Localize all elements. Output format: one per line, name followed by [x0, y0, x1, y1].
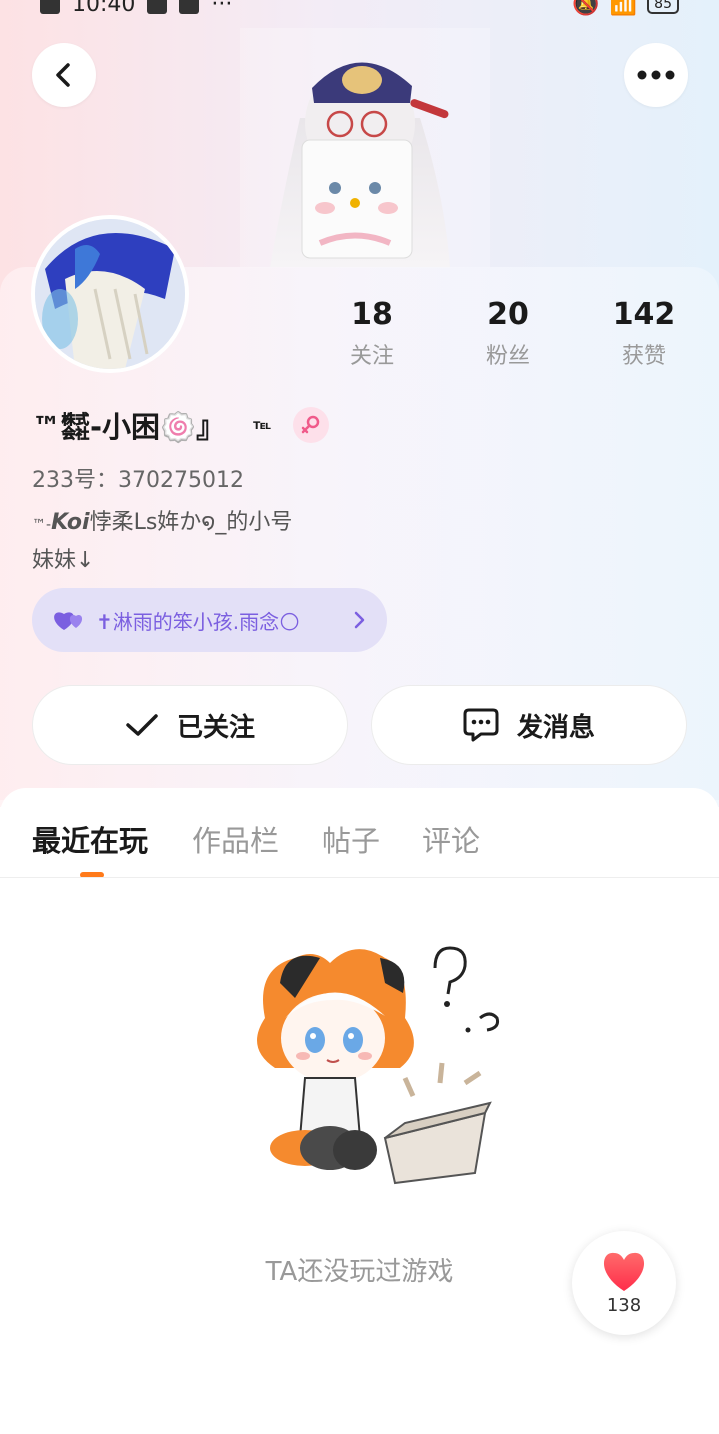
double-heart-icon: [54, 612, 83, 630]
bio-line-1: ™-Koi悖柔Ls姩か໑_的小号: [32, 505, 292, 543]
stat-following-label: 关注: [349, 344, 394, 369]
tab-works[interactable]: 作品栏: [192, 818, 279, 860]
bio-line-2: 妹妹↓: [32, 548, 95, 573]
stat-following-value: 18: [351, 297, 393, 332]
stat-likes[interactable]: 142 获赞: [584, 296, 704, 370]
companion-name: ✝淋雨的笨小孩.雨念🌕: [96, 609, 300, 634]
profile-name-suffix: ℡: [253, 417, 272, 433]
profile-stats: 18 关注 20 粉丝 142 获赞: [300, 296, 719, 376]
tab-comments[interactable]: 评论: [422, 818, 480, 860]
stat-following[interactable]: 18 关注: [312, 296, 432, 370]
bio-rest: 悖柔Ls姩か໑_的小号: [89, 510, 293, 535]
tab-divider: [0, 877, 719, 878]
stat-likes-label: 获赞: [621, 344, 666, 369]
check-icon: [126, 714, 158, 736]
profile-page: 10:40 ··· 🔕 📶 85 18 关注 20 粉丝 142 获赞 ™㍿-小…: [0, 0, 719, 1434]
message-button-label: 发消息: [516, 712, 595, 743]
stat-followers-value: 20: [487, 297, 529, 332]
battery-icon: 85: [647, 0, 679, 14]
follow-button[interactable]: 已关注: [32, 685, 348, 765]
stat-likes-value: 142: [612, 297, 676, 332]
heart-icon: [603, 1252, 645, 1291]
empty-state-illustration: [257, 946, 499, 1185]
gender-badge: [293, 407, 330, 443]
ellipsis-icon: [637, 70, 675, 80]
stat-followers[interactable]: 20 粉丝: [448, 296, 568, 370]
mute-icon: 🔕: [572, 0, 600, 17]
bio-prefix: ™-: [32, 517, 52, 533]
content-panel: 最近在玩 作品栏 帖子 评论 TA还没玩过游戏: [0, 788, 719, 1434]
tab-recently-played[interactable]: 最近在玩: [32, 818, 148, 860]
like-button[interactable]: 138: [572, 1231, 676, 1335]
back-button[interactable]: [32, 43, 96, 107]
chat-bubble-icon: [463, 708, 499, 742]
app-icon: [147, 0, 168, 14]
stat-followers-label: 粉丝: [485, 344, 530, 369]
like-count: 138: [606, 1294, 642, 1316]
notification-icon: [40, 0, 60, 14]
follow-button-label: 已关注: [176, 712, 255, 743]
chevron-right-icon: [354, 611, 365, 629]
wifi-icon: 📶: [609, 0, 638, 17]
bio-bold: Koi: [51, 510, 90, 535]
companion-tag[interactable]: ✝淋雨的笨小孩.雨念🌕: [32, 588, 387, 652]
name-row: ™㍿-小困🍥』 ℡: [32, 404, 330, 446]
female-icon: [301, 415, 320, 434]
profile-name: ™㍿-小困🍥』: [32, 410, 226, 444]
tab-bar: 最近在玩 作品栏 帖子 评论: [0, 818, 719, 878]
app-icon-2: [179, 0, 200, 14]
message-button[interactable]: 发消息: [371, 685, 687, 765]
status-time: 10:40: [72, 0, 136, 17]
status-bar: 10:40 ··· 🔕 📶 85: [0, 0, 719, 18]
cover-character-image: [240, 28, 490, 268]
avatar-image: [35, 219, 185, 369]
chevron-left-icon: [56, 63, 70, 87]
user-id: 233号：370275012: [32, 468, 244, 493]
more-button[interactable]: [624, 43, 688, 107]
bio: ™-Koi悖柔Ls姩か໑_的小号 妹妹↓: [32, 505, 292, 579]
avatar[interactable]: [31, 215, 189, 373]
tab-posts[interactable]: 帖子: [322, 818, 380, 860]
status-more: ···: [211, 0, 233, 17]
